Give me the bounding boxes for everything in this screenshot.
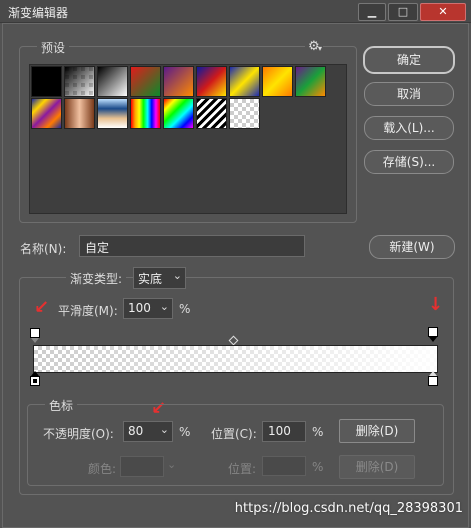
color-location-label: 位置: xyxy=(228,462,257,476)
opacity-stop-left[interactable] xyxy=(30,328,40,338)
location-input[interactable]: 100 xyxy=(262,421,306,442)
preset-swatch-spectrum[interactable] xyxy=(130,98,161,129)
opacity-stop-right[interactable] xyxy=(428,327,438,337)
opacity-unit: % xyxy=(179,425,191,439)
maximize-button[interactable]: □ xyxy=(388,3,418,21)
smoothness-select[interactable]: 100 ⌄ xyxy=(123,298,173,319)
name-input[interactable]: 自定 xyxy=(79,235,305,257)
preset-swatch-copper[interactable] xyxy=(64,98,95,129)
preset-swatch-yellow-violet-orange-blue[interactable] xyxy=(31,98,62,129)
ok-button[interactable]: 确定 xyxy=(363,46,455,74)
preset-swatch-violet-green-orange[interactable] xyxy=(295,66,326,97)
color-location-unit: % xyxy=(312,460,324,474)
chevron-down-icon: ▾ xyxy=(318,44,323,53)
preset-swatch-transparent[interactable] xyxy=(229,98,260,129)
annotation-arrow-left: ↙ xyxy=(34,297,50,318)
title-bar: 渐变编辑器 ▁ □ ✕ xyxy=(0,0,471,23)
preset-swatch-blue-red-yellow[interactable] xyxy=(196,66,227,97)
preset-swatch-chrome[interactable] xyxy=(97,98,128,129)
stops-label: 色标 xyxy=(45,397,78,414)
smoothness-value: 100 xyxy=(128,301,151,315)
preset-swatch-red-green[interactable] xyxy=(130,66,161,97)
color-stop-left[interactable] xyxy=(30,376,40,386)
chevron-down-icon: ⌄ xyxy=(167,458,177,471)
gradient-type-value: 实底 xyxy=(138,272,163,286)
preset-swatch-violet-orange[interactable] xyxy=(163,66,194,97)
chevron-down-icon: ⌄ xyxy=(159,423,169,436)
cancel-button[interactable]: 取消 xyxy=(364,82,454,106)
save-button[interactable]: 存储(S)... xyxy=(364,150,454,174)
color-swatch[interactable] xyxy=(120,456,164,477)
preset-swatch-orange-yellow-orange[interactable] xyxy=(262,66,293,97)
location-label: 位置(C): xyxy=(211,427,257,441)
delete-color-stop-button[interactable]: 删除(D) xyxy=(339,455,415,479)
preset-swatch-blue-yellow-blue[interactable] xyxy=(229,66,260,97)
annotation-arrow-right: ↓ xyxy=(428,294,444,315)
delete-opacity-stop-button[interactable]: 删除(D) xyxy=(339,419,415,443)
opacity-label: 不透明度(O): xyxy=(43,427,114,441)
presets-label: 预设 xyxy=(37,39,70,56)
color-label: 颜色: xyxy=(88,462,117,476)
preset-swatch-transparent-stripes[interactable] xyxy=(196,98,227,129)
smoothness-percent: % xyxy=(179,302,191,316)
chevron-down-icon: ⌄ xyxy=(159,300,169,313)
presets-grid xyxy=(29,64,347,214)
gradient-type-label: 渐变类型: xyxy=(66,270,127,287)
watermark: https://blog.csdn.net/qq_28398301 xyxy=(234,501,463,516)
preset-swatch-black-white[interactable] xyxy=(97,66,128,97)
name-label: 名称(N): xyxy=(20,242,67,256)
opacity-stop-left-pointer xyxy=(31,338,39,343)
chevron-down-icon: ⌄ xyxy=(172,269,182,282)
close-button[interactable]: ✕ xyxy=(420,3,466,21)
gradient-fill xyxy=(34,346,437,372)
preset-swatch-black-to-transparent[interactable] xyxy=(64,66,95,97)
opacity-select[interactable]: 80 ⌄ xyxy=(123,421,173,442)
preset-swatch-transparent-rainbow[interactable] xyxy=(163,98,194,129)
preset-swatch-black-solid[interactable] xyxy=(31,66,62,97)
new-button[interactable]: 新建(W) xyxy=(369,235,455,259)
color-stop-right[interactable] xyxy=(428,376,438,386)
location-unit: % xyxy=(312,425,324,439)
opacity-stop-right-pointer xyxy=(429,337,437,342)
color-location-input[interactable] xyxy=(262,456,306,476)
gradient-preview-bar[interactable] xyxy=(33,345,438,373)
load-button[interactable]: 载入(L)... xyxy=(364,116,454,140)
smoothness-label: 平滑度(M): xyxy=(58,304,118,318)
minimize-button[interactable]: ▁ xyxy=(358,3,386,21)
gradient-type-select[interactable]: 实底 ⌄ xyxy=(133,267,186,289)
opacity-value: 80 xyxy=(128,424,144,438)
window-title: 渐变编辑器 xyxy=(8,6,69,20)
